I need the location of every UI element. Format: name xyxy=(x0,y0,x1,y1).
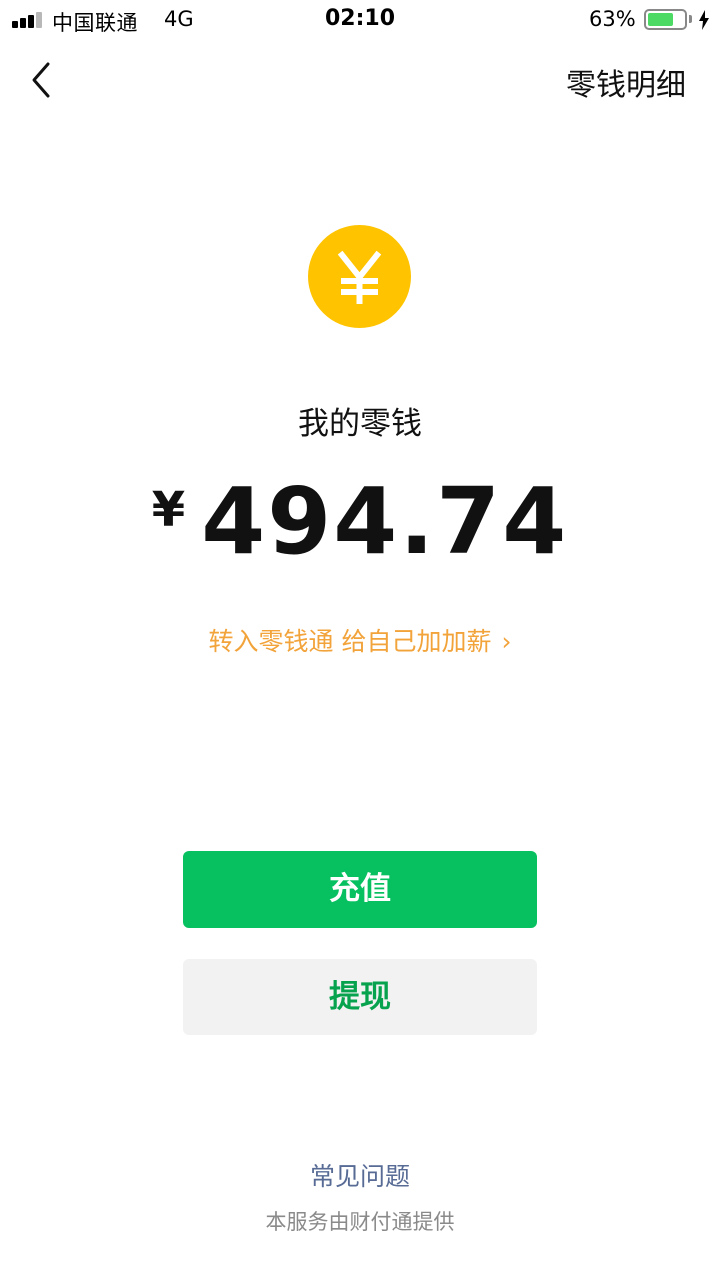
yuan-symbol-icon xyxy=(337,250,382,304)
battery-percent: 63% xyxy=(589,7,636,31)
recharge-button[interactable]: 充值 xyxy=(183,851,537,928)
faq-link[interactable]: 常见问题 xyxy=(0,1157,720,1193)
provider-note: 本服务由财付通提供 xyxy=(265,1210,455,1234)
promo-text: 转入零钱通 给自己加加薪 xyxy=(208,627,492,656)
withdraw-button[interactable]: 提现 xyxy=(183,959,537,1035)
status-bar: 中国联通 4G 02:10 63% xyxy=(0,0,720,40)
promo-link[interactable]: 转入零钱通 给自己加加薪 › xyxy=(0,622,720,658)
chevron-right-icon: › xyxy=(501,627,512,656)
wallet-label: 我的零钱 xyxy=(298,406,422,442)
wallet-screen: 中国联通 4G 02:10 63% 零钱明细 我的零钱 ¥ 494.74 转入零… xyxy=(0,0,720,1280)
battery-nub xyxy=(689,15,692,23)
back-button[interactable] xyxy=(22,58,62,102)
balance-value: 494.74 xyxy=(201,468,569,575)
battery-fill xyxy=(648,13,673,26)
currency-symbol: ¥ xyxy=(151,482,186,538)
balance-amount: ¥494.74 xyxy=(0,468,720,575)
transaction-details-link[interactable]: 零钱明细 xyxy=(566,60,686,104)
nav-bar: 零钱明细 xyxy=(0,40,720,124)
battery-icon xyxy=(644,9,687,30)
yuan-coin-icon xyxy=(308,225,411,328)
charging-icon xyxy=(699,10,709,30)
chevron-left-icon xyxy=(32,62,50,98)
